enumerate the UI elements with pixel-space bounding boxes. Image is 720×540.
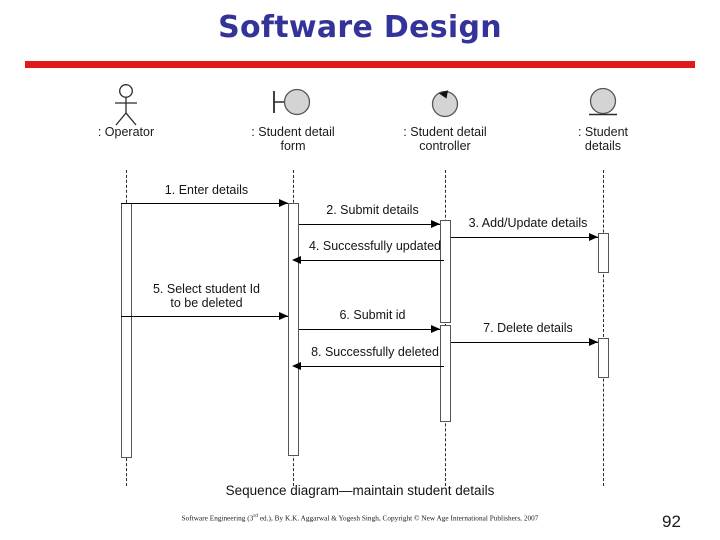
footer-prefix: Software Engineering (3 <box>181 514 254 523</box>
footer-citation: Software Engineering (3rd ed.), By K.K. … <box>0 513 720 522</box>
entity-icon <box>589 87 617 116</box>
message-line-7 <box>451 342 598 343</box>
lifeline-label-student-detail-form: : Student detail form <box>251 125 335 153</box>
message-label-1: 1. Enter details <box>164 183 249 197</box>
lifeline-label-student-detail-controller: : Student detail controller <box>403 125 487 153</box>
message-label-7: 7. Delete details <box>483 321 573 335</box>
lifeline-label-operator: : Operator <box>97 125 155 139</box>
message-line-1 <box>121 203 288 204</box>
message-arrow-6 <box>431 324 440 333</box>
control-icon-wrap <box>385 84 505 126</box>
message-line-8 <box>301 366 444 367</box>
message-arrow-5 <box>279 311 288 320</box>
boundary-icon-wrap <box>233 84 353 126</box>
lifeline-label-student-details: : Student details <box>577 125 629 153</box>
message-arrow-8 <box>292 361 301 370</box>
message-label-4: 4. Successfully updated <box>308 239 442 253</box>
actor-icon-wrap <box>66 84 186 126</box>
message-label-6: 6. Submit id <box>339 308 406 322</box>
message-label-2: 2. Submit details <box>326 203 419 217</box>
lifeline-head-student-detail-controller[interactable]: : Student detail controller <box>385 84 505 153</box>
message-label-3: 3. Add/Update details <box>468 216 588 230</box>
message-arrow-3 <box>589 232 598 241</box>
message-line-4 <box>301 260 444 261</box>
message-label-8: 8. Successfully deleted <box>311 345 439 359</box>
message-line-5 <box>121 316 288 317</box>
boundary-icon <box>273 88 311 116</box>
sequence-diagram: : Operator : Student detail form : Stude… <box>0 78 720 498</box>
message-arrow-1 <box>279 198 288 207</box>
message-arrow-4 <box>292 255 301 264</box>
message-line-3 <box>451 237 598 238</box>
page-number: 92 <box>662 512 681 531</box>
activation-controller-delete <box>440 325 451 422</box>
activation-entity-delete <box>598 338 609 378</box>
message-label-5: 5. Select student Id to be deleted <box>152 282 260 310</box>
lifeline-head-student-details[interactable]: : Student details <box>543 84 663 153</box>
title-divider <box>25 61 695 68</box>
diagram-caption: Sequence diagram—maintain student detail… <box>225 483 495 498</box>
activation-student-detail-form <box>288 203 299 456</box>
activation-operator <box>121 203 132 458</box>
actor-icon <box>115 84 137 126</box>
lifeline-head-student-detail-form[interactable]: : Student detail form <box>233 84 353 153</box>
lifeline-head-operator[interactable]: : Operator <box>66 84 186 140</box>
page-title: Software Design <box>218 10 502 45</box>
footer-suffix: ed.), By K.K. Aggarwal & Yogesh Singh, C… <box>257 514 539 523</box>
activation-entity-add <box>598 233 609 273</box>
message-line-2 <box>299 224 440 225</box>
message-arrow-2 <box>431 219 440 228</box>
message-arrow-7 <box>589 337 598 346</box>
entity-icon-wrap <box>543 84 663 126</box>
message-line-6 <box>299 329 440 330</box>
activation-controller-add <box>440 220 451 323</box>
control-icon <box>431 90 459 118</box>
